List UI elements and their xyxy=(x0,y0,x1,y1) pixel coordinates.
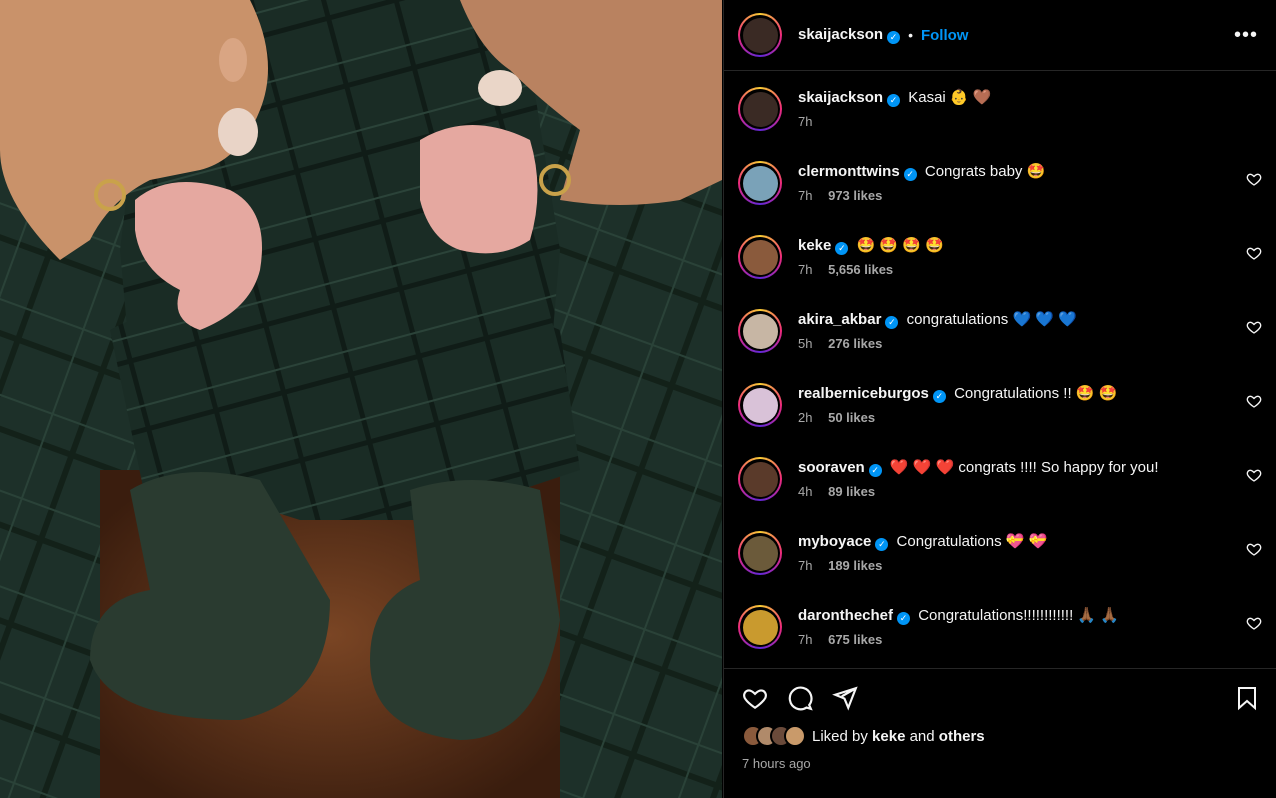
comment-like-icon[interactable] xyxy=(1246,615,1262,631)
commenter-avatar[interactable] xyxy=(738,383,782,427)
comment-item: sooraven ✓ ❤️ ❤️ ❤️ congrats !!!! So happ… xyxy=(738,455,1262,529)
comment-likes[interactable]: 189 likes xyxy=(828,558,882,573)
commenter-username[interactable]: realberniceburgos xyxy=(798,385,929,402)
commenter-avatar[interactable] xyxy=(738,457,782,501)
comment-time: 7h xyxy=(798,558,813,573)
comment-icon[interactable] xyxy=(787,685,813,711)
comment-likes[interactable]: 50 likes xyxy=(828,410,875,425)
comment-time: 4h xyxy=(798,484,813,499)
like-icon[interactable] xyxy=(742,685,768,711)
verified-badge-icon: ✓ xyxy=(887,31,901,44)
comment-text: Congratulations !! 🤩 🤩 xyxy=(954,385,1118,402)
comment-item: akira_akbar ✓ congratulations 💙 💙 💙 5h 27… xyxy=(738,307,1262,381)
comment-likes[interactable]: 5,656 likes xyxy=(828,262,893,277)
author-avatar[interactable] xyxy=(738,13,782,57)
author-avatar[interactable] xyxy=(738,87,782,131)
commenter-username[interactable]: myboyace xyxy=(798,533,871,550)
commenter-avatar[interactable] xyxy=(738,235,782,279)
share-icon[interactable] xyxy=(832,685,858,711)
commenter-username[interactable]: keke xyxy=(798,237,831,254)
comment-time: 5h xyxy=(798,336,813,351)
comment-text: Congrats baby 🤩 xyxy=(924,163,1046,180)
liked-by-and: and xyxy=(909,727,935,745)
comment-like-icon[interactable] xyxy=(1246,245,1262,261)
separator: • xyxy=(908,27,913,43)
comment-item: myboyace ✓ Congratulations 💝 💝 7h 189 lik… xyxy=(738,529,1262,603)
caption-text: Kasai 👶 🤎 xyxy=(908,89,992,106)
liked-by-others[interactable]: others xyxy=(939,728,985,745)
commenter-avatar-pic xyxy=(742,461,778,497)
comment-like-icon[interactable] xyxy=(1246,393,1262,409)
comment-text: Congratulations 💝 💝 xyxy=(896,533,1048,550)
commenter-avatar-pic xyxy=(742,313,778,349)
comment-item: daronthechef ✓ Congratulations!!!!!!!!!!!… xyxy=(738,603,1262,667)
liked-by-row: Liked by keke and others xyxy=(742,725,1259,747)
comment-likes[interactable]: 89 likes xyxy=(828,484,875,499)
comment-text: ❤️ ❤️ ❤️ congrats !!!! So happy for you! xyxy=(889,459,1159,476)
liked-by-user[interactable]: keke xyxy=(872,728,905,745)
verified-badge-icon: ✓ xyxy=(835,242,849,255)
commenter-username[interactable]: daronthechef xyxy=(798,607,893,624)
liked-by-avatars[interactable] xyxy=(742,725,806,747)
comment-item: clermonttwins ✓ Congrats baby 🤩 7h 973 li… xyxy=(738,159,1262,233)
caption-username[interactable]: skaijackson xyxy=(798,89,883,106)
comment-text: 🤩 🤩 🤩 🤩 xyxy=(856,237,944,254)
post-time-ago[interactable]: 7 hours ago xyxy=(742,756,1259,771)
post-photo-illustration xyxy=(0,0,722,798)
comment-text: Congratulations!!!!!!!!!!!! 🙏🏾 🙏🏾 xyxy=(918,607,1119,624)
comment-like-icon[interactable] xyxy=(1246,319,1262,335)
comment-text: congratulations 💙 💙 💙 xyxy=(906,311,1077,328)
verified-badge-icon: ✓ xyxy=(875,538,889,551)
commenter-avatar[interactable] xyxy=(738,309,782,353)
commenter-username[interactable]: akira_akbar xyxy=(798,311,881,328)
comment-likes[interactable]: 276 likes xyxy=(828,336,882,351)
verified-badge-icon: ✓ xyxy=(868,464,882,477)
verified-badge-icon: ✓ xyxy=(897,612,911,625)
commenter-username[interactable]: sooraven xyxy=(798,459,865,476)
caption: skaijackson ✓ Kasai 👶 🤎 7h xyxy=(738,85,1262,159)
post-side-panel: skaijackson ✓ • Follow ••• skaijackson ✓ K… xyxy=(723,0,1276,798)
comment-time: 7h xyxy=(798,188,813,203)
commenter-avatar[interactable] xyxy=(738,605,782,649)
comment-like-icon[interactable] xyxy=(1246,171,1262,187)
comment-likes[interactable]: 973 likes xyxy=(828,188,882,203)
commenter-avatar-pic xyxy=(742,535,778,571)
comment-time: 7h xyxy=(798,632,813,647)
comments-list: skaijackson ✓ Kasai 👶 🤎 7h clermonttwins ✓… xyxy=(724,71,1276,667)
verified-badge-icon: ✓ xyxy=(887,94,901,107)
save-icon[interactable] xyxy=(1235,685,1259,711)
comment-like-icon[interactable] xyxy=(1246,467,1262,483)
caption-time: 7h xyxy=(798,114,813,129)
verified-badge-icon: ✓ xyxy=(903,168,917,181)
comment-time: 2h xyxy=(798,410,813,425)
commenter-avatar-pic xyxy=(742,387,778,423)
liked-by-prefix: Liked by xyxy=(812,727,868,745)
comment-item: keke ✓ 🤩 🤩 🤩 🤩 7h 5,656 likes xyxy=(738,233,1262,307)
commenter-avatar-pic xyxy=(742,609,778,645)
commenter-avatar[interactable] xyxy=(738,531,782,575)
commenter-avatar[interactable] xyxy=(738,161,782,205)
post-actions: Liked by keke and others 7 hours ago xyxy=(724,668,1276,771)
verified-badge-icon: ✓ xyxy=(885,316,899,329)
commenter-avatar-pic xyxy=(742,239,778,275)
commenter-avatar-pic xyxy=(742,165,778,201)
comment-like-icon[interactable] xyxy=(1246,541,1262,557)
commenter-username[interactable]: clermonttwins xyxy=(798,163,900,180)
follow-button[interactable]: Follow xyxy=(921,27,969,44)
more-options-icon[interactable]: ••• xyxy=(1234,24,1258,47)
verified-badge-icon: ✓ xyxy=(932,390,946,403)
author-username[interactable]: skaijackson ✓ xyxy=(798,26,901,44)
post-header: skaijackson ✓ • Follow ••• xyxy=(724,0,1276,71)
post-photo xyxy=(0,0,722,798)
comment-likes[interactable]: 675 likes xyxy=(828,632,882,647)
comment-time: 7h xyxy=(798,262,813,277)
comment-item: realberniceburgos ✓ Congratulations !! 🤩 … xyxy=(738,381,1262,455)
